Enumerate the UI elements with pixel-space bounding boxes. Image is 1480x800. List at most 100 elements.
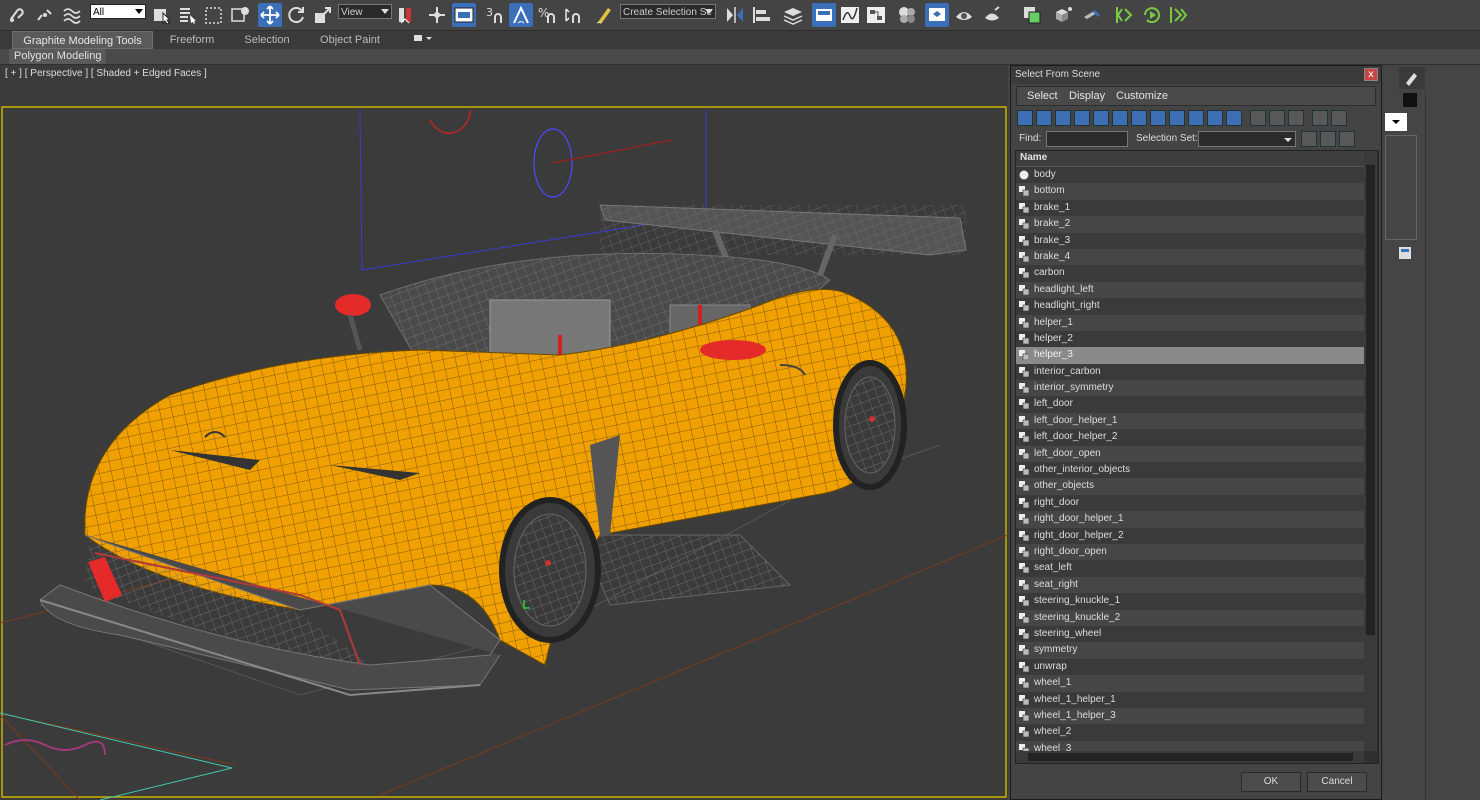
list-item[interactable]: wheel_2	[1016, 724, 1364, 741]
snaps-toggle-icon[interactable]: 3	[483, 3, 507, 27]
display-containers-icon[interactable]	[1188, 110, 1204, 126]
edit-selection-set-icon[interactable]	[1320, 131, 1336, 147]
rendered-frame-window-icon[interactable]	[952, 3, 976, 27]
material-editor-icon[interactable]	[895, 3, 919, 27]
list-item[interactable]: brake_1	[1016, 199, 1364, 217]
dialog-title-bar[interactable]: Select From Scene x	[1011, 66, 1381, 84]
list-item[interactable]: symmetry	[1016, 642, 1364, 659]
horizontal-scrollbar[interactable]	[1016, 751, 1364, 763]
display-helpers-icon[interactable]	[1093, 110, 1109, 126]
spinner-snap-icon[interactable]	[561, 3, 585, 27]
display-groups-icon[interactable]	[1131, 110, 1147, 126]
display-hidden-icon[interactable]	[1226, 110, 1242, 126]
list-item[interactable]: right_door_open	[1016, 543, 1364, 561]
list-item[interactable]: other_interior_objects	[1016, 462, 1364, 479]
list-item[interactable]: right_door_helper_1	[1016, 511, 1364, 528]
curve-editor-icon[interactable]	[838, 3, 862, 27]
modifier-stack-box[interactable]	[1385, 135, 1417, 240]
tab-freeform[interactable]: Freeform	[160, 31, 224, 49]
list-item[interactable]: body	[1016, 167, 1364, 184]
list-item[interactable]: right_door_helper_2	[1016, 527, 1364, 544]
vertical-scroll-thumb[interactable]	[1366, 165, 1375, 635]
display-cameras-icon[interactable]	[1074, 110, 1090, 126]
display-frozen-icon[interactable]	[1207, 110, 1223, 126]
schematic-view-icon[interactable]	[864, 3, 888, 27]
list-item[interactable]: bottom	[1016, 183, 1364, 200]
list-item[interactable]: brake_4	[1016, 248, 1364, 266]
ribbon-options-icon[interactable]	[410, 31, 434, 49]
select-and-move-icon[interactable]	[258, 3, 282, 27]
filter-icon[interactable]	[1312, 110, 1328, 126]
list-item[interactable]: helper_3	[1016, 347, 1364, 364]
reference-coordinate-dropdown[interactable]: View	[338, 4, 392, 19]
select-none-icon[interactable]	[1269, 110, 1285, 126]
list-item[interactable]: wheel_1_helper_1	[1016, 691, 1364, 708]
list-item[interactable]: interior_symmetry	[1016, 380, 1364, 397]
set-key-icon[interactable]	[1166, 3, 1190, 27]
angle-snap-icon[interactable]	[509, 3, 533, 27]
list-item[interactable]: headlight_right	[1016, 298, 1364, 315]
list-item[interactable]: steering_knuckle_2	[1016, 609, 1364, 626]
select-by-name-icon[interactable]	[176, 3, 200, 27]
list-item[interactable]: seat_right	[1016, 576, 1364, 594]
key-mode-icon[interactable]	[1112, 3, 1136, 27]
panel-dropdown[interactable]	[1385, 113, 1407, 131]
list-item[interactable]: helper_1	[1016, 314, 1364, 331]
display-shapes-icon[interactable]	[1036, 110, 1052, 126]
display-xrefs-icon[interactable]	[1150, 110, 1166, 126]
list-item[interactable]: right_door	[1016, 494, 1364, 512]
list-item[interactable]: seat_left	[1016, 560, 1364, 577]
auto-key-icon[interactable]	[1140, 3, 1164, 27]
display-lights-icon[interactable]	[1055, 110, 1071, 126]
perspective-viewport[interactable]: [ + ] [ Perspective ] [ Shaded + Edged F…	[0, 65, 1008, 800]
list-item[interactable]: helper_2	[1016, 330, 1364, 348]
container-explorer-icon[interactable]	[1020, 3, 1044, 27]
cancel-button[interactable]: Cancel	[1307, 772, 1367, 792]
list-item[interactable]: steering_knuckle_1	[1016, 593, 1364, 610]
percent-snap-icon[interactable]: %	[535, 3, 559, 27]
tab-selection[interactable]: Selection	[236, 31, 298, 49]
list-item[interactable]: steering_wheel	[1016, 625, 1364, 643]
layer-manager-icon[interactable]	[781, 3, 805, 27]
render-setup-icon[interactable]	[925, 3, 949, 27]
close-icon[interactable]: x	[1364, 68, 1378, 81]
hammer-utility-icon[interactable]	[1080, 3, 1104, 27]
select-and-manipulate-icon[interactable]	[425, 3, 449, 27]
create-tab-icon[interactable]	[1399, 67, 1425, 89]
unlink-selection-icon[interactable]	[33, 3, 57, 27]
name-column-header[interactable]: Name	[1016, 151, 1364, 167]
graphite-toggle-icon[interactable]	[812, 3, 836, 27]
vertical-scrollbar[interactable]	[1364, 151, 1377, 751]
list-item[interactable]: carbon	[1016, 265, 1364, 282]
delete-selection-set-icon[interactable]	[1339, 131, 1355, 147]
pivot-center-icon[interactable]	[395, 3, 419, 27]
list-item[interactable]: left_door_open	[1016, 445, 1364, 463]
create-selection-set-icon[interactable]	[1301, 131, 1317, 147]
list-item[interactable]: left_door_helper_1	[1016, 412, 1364, 430]
menu-customize[interactable]: Customize	[1116, 90, 1168, 102]
selection-set-dropdown[interactable]	[1198, 131, 1296, 147]
scene-explorer-icon[interactable]	[1052, 3, 1076, 27]
list-item[interactable]: brake_3	[1016, 232, 1364, 249]
select-and-scale-icon[interactable]	[311, 3, 335, 27]
list-item[interactable]: headlight_left	[1016, 281, 1364, 299]
render-production-icon[interactable]	[980, 3, 1004, 27]
menu-select[interactable]: Select	[1027, 90, 1058, 102]
display-bones-icon[interactable]	[1169, 110, 1185, 126]
edit-named-selection-icon[interactable]	[593, 3, 617, 27]
align-icon[interactable]	[750, 3, 774, 27]
selection-filter-dropdown[interactable]: All	[90, 4, 146, 19]
list-item[interactable]: unwrap	[1016, 658, 1364, 676]
list-item[interactable]: brake_2	[1016, 216, 1364, 233]
configure-modifier-sets-icon[interactable]	[1397, 245, 1413, 261]
list-item[interactable]: left_door	[1016, 396, 1364, 413]
select-object-icon[interactable]	[150, 3, 174, 27]
window-crossing-icon[interactable]	[228, 3, 252, 27]
select-and-rotate-icon[interactable]	[284, 3, 308, 27]
mirror-icon[interactable]	[723, 3, 747, 27]
select-invert-icon[interactable]	[1288, 110, 1304, 126]
display-geometry-icon[interactable]	[1017, 110, 1033, 126]
menu-display[interactable]: Display	[1069, 90, 1105, 102]
list-item[interactable]: interior_carbon	[1016, 363, 1364, 381]
keyboard-shortcut-override-icon[interactable]	[452, 3, 476, 27]
